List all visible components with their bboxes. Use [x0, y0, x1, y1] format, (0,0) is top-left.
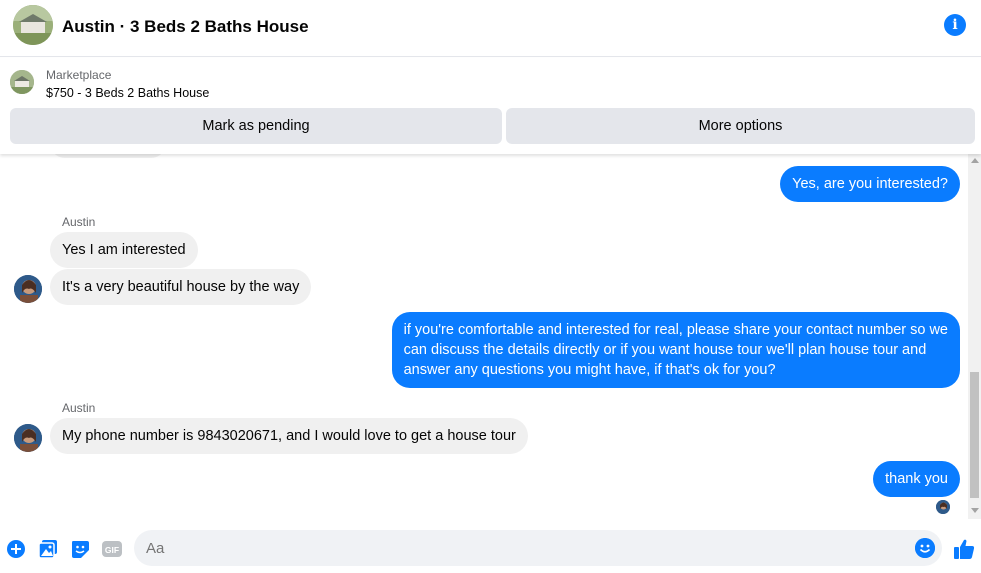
- listing-price-title[interactable]: $750 - 3 Beds 2 Baths House: [46, 86, 209, 100]
- sender-avatar[interactable]: [14, 275, 42, 303]
- plus-icon[interactable]: [6, 539, 26, 559]
- seen-receipt-avatar: [936, 500, 950, 514]
- marketplace-listing-bar: Marketplace $750 - 3 Beds 2 Baths House …: [0, 58, 981, 154]
- message-input[interactable]: [146, 530, 906, 566]
- message-composer: GIF: [0, 519, 981, 573]
- message-bubble-partial: [50, 154, 166, 158]
- conversation-title: Austin · 3 Beds 2 Baths House: [62, 17, 309, 36]
- scroll-down-arrow[interactable]: [971, 508, 979, 513]
- scroll-up-arrow[interactable]: [971, 158, 979, 163]
- conversation-header: Austin · 3 Beds 2 Baths House i: [0, 0, 981, 57]
- emoji-icon[interactable]: [915, 538, 935, 558]
- svg-text:GIF: GIF: [105, 545, 119, 555]
- message-line: answer any questions you might have, if …: [403, 362, 776, 378]
- gif-icon[interactable]: GIF: [101, 539, 123, 559]
- message-input-box[interactable]: [134, 530, 942, 566]
- mark-as-pending-button[interactable]: Mark as pending: [10, 108, 502, 144]
- message-line: if you're comfortable and interested for…: [403, 322, 948, 338]
- sender-avatar[interactable]: [14, 424, 42, 452]
- info-icon[interactable]: i: [944, 14, 966, 36]
- more-options-button[interactable]: More options: [506, 108, 975, 144]
- message-bubble-incoming: My phone number is 9843020671, and I wou…: [50, 418, 528, 454]
- sticker-icon[interactable]: [70, 539, 90, 559]
- scrollbar-thumb[interactable]: [970, 372, 979, 498]
- sender-name: Austin: [62, 215, 96, 229]
- listing-source: Marketplace: [46, 68, 112, 82]
- message-bubble-outgoing: Yes, are you interested?: [780, 166, 960, 202]
- sender-name: Austin: [62, 401, 96, 415]
- photo-icon[interactable]: [38, 539, 58, 559]
- message-bubble-outgoing: thank you: [873, 461, 960, 497]
- message-bubble-incoming: It's a very beautiful house by the way: [50, 269, 312, 305]
- message-bubble-outgoing-long: if you're comfortable and interested for…: [391, 312, 960, 388]
- thread-scrollbar[interactable]: [968, 154, 981, 519]
- listing-thumbnail[interactable]: [10, 70, 34, 94]
- message-line: can discuss the details directly or if y…: [403, 342, 927, 358]
- message-thread[interactable]: Yes, are you interested? Austin Yes I am…: [0, 154, 968, 519]
- message-bubble-incoming: Yes I am interested: [50, 232, 198, 268]
- conversation-avatar[interactable]: [13, 5, 53, 45]
- like-icon[interactable]: [952, 537, 976, 561]
